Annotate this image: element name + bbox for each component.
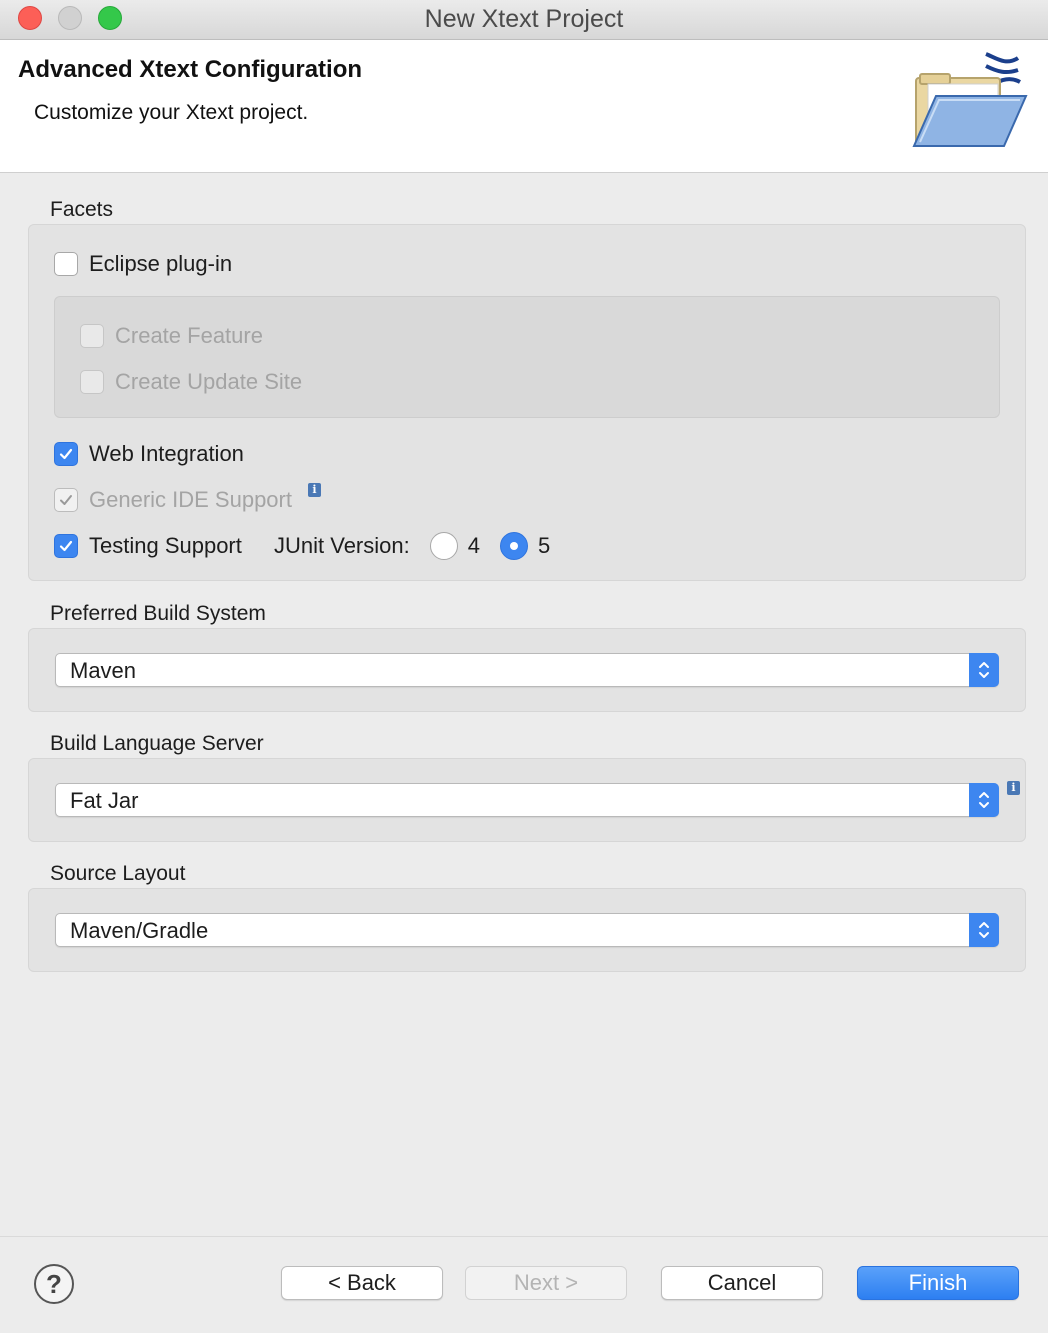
- build-system-select[interactable]: Maven: [55, 653, 999, 687]
- generic-ide-support-label: Generic IDE Support: [89, 487, 292, 512]
- junit-5-radio[interactable]: [499, 532, 528, 560]
- back-button[interactable]: < Back: [281, 1266, 443, 1300]
- checkmark-icon: [60, 495, 72, 505]
- info-icon[interactable]: i: [1007, 781, 1020, 795]
- chevron-up-down-icon[interactable]: [969, 913, 999, 947]
- junit-version-label: JUnit Version:: [274, 533, 410, 558]
- junit-version-group: JUnit Version: 4 5: [274, 531, 550, 561]
- checkbox-box: [80, 324, 104, 348]
- create-update-site-checkbox: Create Update Site: [80, 367, 302, 397]
- junit-4-radio[interactable]: [429, 532, 458, 560]
- language-server-value: Fat Jar: [70, 788, 139, 813]
- eclipse-plugin-label: Eclipse plug-in: [89, 251, 233, 276]
- source-layout-label: Source Layout: [50, 862, 186, 885]
- checkmark-icon: [59, 448, 73, 460]
- eclipse-plugin-checkbox[interactable]: Eclipse plug-in: [54, 249, 232, 279]
- create-feature-checkbox: Create Feature: [80, 321, 263, 351]
- source-layout-select[interactable]: Maven/Gradle: [55, 913, 999, 947]
- chevron-up-down-icon[interactable]: [969, 653, 999, 687]
- testing-support-label: Testing Support: [89, 533, 242, 558]
- web-integration-label: Web Integration: [89, 441, 244, 466]
- checkbox-box: [54, 488, 78, 512]
- title-bar: New Xtext Project: [0, 0, 1048, 40]
- junit-5-label: 5: [537, 533, 551, 558]
- create-feature-label: Create Feature: [115, 323, 263, 348]
- help-icon[interactable]: ?: [34, 1264, 74, 1304]
- checkmark-icon: [59, 540, 73, 552]
- page-description: Customize your Xtext project.: [34, 101, 309, 124]
- language-server-label: Build Language Server: [50, 732, 264, 755]
- generic-ide-support-checkbox: Generic IDE Support: [54, 485, 292, 515]
- page-title: Advanced Xtext Configuration: [18, 56, 363, 83]
- chevron-up-down-icon[interactable]: [969, 783, 999, 817]
- folder-xtext-icon: [912, 52, 1028, 147]
- facets-label: Facets: [50, 198, 114, 221]
- build-system-label: Preferred Build System: [50, 602, 266, 625]
- checkbox-box[interactable]: [54, 442, 78, 466]
- info-icon[interactable]: i: [308, 483, 321, 497]
- eclipse-plugin-options: [54, 296, 1000, 418]
- checkbox-box[interactable]: [54, 252, 78, 276]
- build-system-value: Maven: [70, 658, 137, 683]
- create-update-site-label: Create Update Site: [115, 369, 303, 394]
- checkbox-box[interactable]: [54, 534, 78, 558]
- checkbox-box: [80, 370, 104, 394]
- next-button: Next >: [465, 1266, 627, 1300]
- window-title: New Xtext Project: [424, 5, 624, 33]
- web-integration-checkbox[interactable]: Web Integration: [54, 439, 244, 469]
- finish-button[interactable]: Finish: [857, 1266, 1019, 1300]
- testing-support-checkbox[interactable]: Testing Support: [54, 531, 242, 561]
- language-server-select[interactable]: Fat Jar: [55, 783, 999, 817]
- junit-4-label: 4: [467, 533, 480, 558]
- source-layout-value: Maven/Gradle: [70, 918, 209, 943]
- cancel-button[interactable]: Cancel: [661, 1266, 823, 1300]
- wizard-header: Advanced Xtext Configuration Customize y…: [0, 40, 1048, 173]
